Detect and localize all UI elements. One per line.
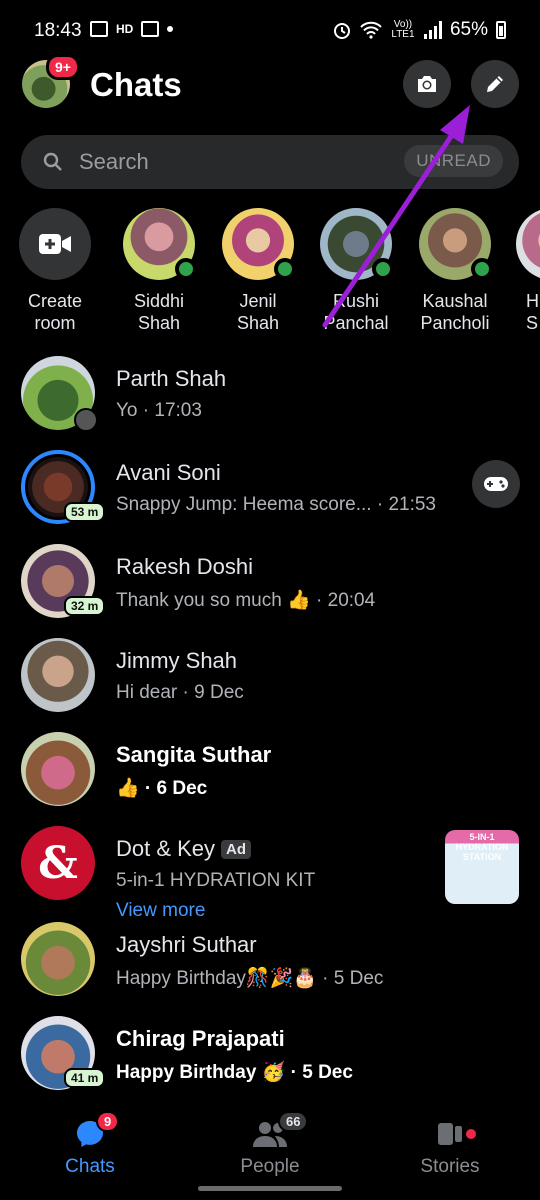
story-item[interactable]: Jenil Shah xyxy=(208,208,308,334)
contact-avatar xyxy=(21,922,95,996)
create-room-button[interactable] xyxy=(19,208,91,280)
advertiser-name: Dot & Key xyxy=(116,836,216,861)
stories-icon xyxy=(438,1123,462,1145)
ad-thumbnail[interactable]: 5-IN-1 HYDRATION STATION xyxy=(445,830,519,904)
status-left-icons: HD xyxy=(90,21,174,37)
active-time-badge: 41 m xyxy=(64,1068,106,1088)
lock-icon xyxy=(74,408,98,432)
chat-row[interactable]: Parth Shah Yo · 17:03 xyxy=(0,352,540,444)
contact-avatar xyxy=(21,638,95,712)
online-indicator xyxy=(274,258,296,280)
online-indicator xyxy=(372,258,394,280)
app-notification-icon xyxy=(141,21,160,37)
chat-preview: Happy Birthday 🥳 · 5 Dec xyxy=(116,1062,353,1083)
chat-name: Dot & Key Ad xyxy=(116,836,252,862)
contact-avatar xyxy=(123,208,197,280)
ad-label: Ad xyxy=(221,840,252,859)
new-message-button[interactable] xyxy=(471,60,519,108)
story-item[interactable]: Kaushal Pancholi xyxy=(405,208,505,334)
stories-notification-dot xyxy=(466,1129,476,1139)
chat-preview: Thank you so much 👍 · 20:04 xyxy=(116,590,376,611)
chat-name: Sangita Suthar xyxy=(116,742,272,767)
page-title: Chats xyxy=(90,66,182,103)
chats-header: 9+ Chats xyxy=(0,54,540,116)
contact-avatar xyxy=(222,208,296,280)
active-time-badge: 53 m xyxy=(64,502,106,522)
pencil-icon xyxy=(487,76,503,92)
status-right-icons: Vo)) LTE1 65% xyxy=(332,19,506,41)
contact-avatar xyxy=(419,208,493,280)
chat-preview: Hi dear · 9 Dec xyxy=(116,682,244,703)
home-indicator xyxy=(198,1186,342,1191)
battery-icon xyxy=(496,21,506,39)
story-name: Create room xyxy=(27,291,83,333)
nav-label: People xyxy=(240,1156,300,1177)
advertiser-logo: & xyxy=(21,826,95,900)
create-room-item[interactable]: Create room xyxy=(5,208,105,334)
chat-preview: Snappy Jump: Heema score... · 21:53 xyxy=(116,494,436,515)
camera-icon xyxy=(418,76,436,92)
nav-people[interactable]: 66 People xyxy=(200,1105,340,1178)
search-placeholder: Search xyxy=(79,149,149,174)
online-indicator xyxy=(175,258,197,280)
contact-avatar xyxy=(516,208,540,280)
story-name: H S xyxy=(526,291,539,333)
chat-preview: Happy Birthday🎊🎉🎂 · 5 Dec xyxy=(116,968,384,989)
unread-filter-button[interactable]: UNREAD xyxy=(404,145,503,177)
chat-name: Jimmy Shah xyxy=(116,648,238,673)
contact-avatar xyxy=(21,732,95,806)
story-item[interactable]: Siddhi Shah xyxy=(109,208,209,334)
nav-label: Chats xyxy=(65,1156,115,1177)
status-bar: 18:43 HD Vo)) LTE1 65% xyxy=(0,0,540,62)
hd-indicator: HD xyxy=(116,22,134,36)
active-time-badge: 32 m xyxy=(64,596,106,616)
contact-avatar xyxy=(320,208,394,280)
search-icon xyxy=(43,152,62,171)
chat-row[interactable]: Jimmy Shah Hi dear · 9 Dec xyxy=(0,634,540,726)
nav-chats[interactable]: 9 Chats xyxy=(20,1105,160,1178)
chat-preview: 5-in-1 HYDRATION KIT xyxy=(116,870,316,891)
story-name: Siddhi Shah xyxy=(133,291,185,333)
alarm-icon xyxy=(333,23,350,39)
chat-name: Avani Soni xyxy=(116,460,221,485)
chat-name: Chirag Prajapati xyxy=(116,1026,285,1051)
battery-percent: 65% xyxy=(449,19,488,40)
ad-row[interactable]: & Dot & Key Ad 5-in-1 HYDRATION KIT View … xyxy=(0,822,540,922)
story-name: Rushi Panchal xyxy=(323,291,389,333)
ad-image-text: 5-IN-1 HYDRATION STATION xyxy=(455,832,509,862)
online-indicator xyxy=(471,258,493,280)
chat-preview: 👍 · 6 Dec xyxy=(116,778,208,799)
people-badge: 66 xyxy=(278,1111,309,1132)
chat-name: Parth Shah xyxy=(116,366,227,391)
gallery-icon xyxy=(90,21,108,37)
camera-button[interactable] xyxy=(403,60,451,108)
chat-preview: Yo · 17:03 xyxy=(116,400,202,421)
chat-row[interactable]: Jayshri Suthar Happy Birthday🎊🎉🎂 · 5 Dec xyxy=(0,918,540,1010)
more-notifications-dot xyxy=(167,26,174,32)
active-contacts-row[interactable]: Create room Siddhi Shah Jenil Shah Rushi… xyxy=(0,208,540,338)
chat-name: Rakesh Doshi xyxy=(116,554,253,579)
nav-label: Stories xyxy=(420,1156,480,1177)
gamepad-icon xyxy=(484,477,508,491)
chat-row[interactable]: 41 m Chirag Prajapati Happy Birthday 🥳 ·… xyxy=(0,1012,540,1104)
status-time: 18:43 xyxy=(34,20,82,41)
story-name: Kaushal Pancholi xyxy=(420,291,490,333)
chat-row[interactable]: Sangita Suthar 👍 · 6 Dec xyxy=(0,728,540,820)
story-item[interactable]: H S xyxy=(494,208,540,334)
video-plus-icon xyxy=(39,234,71,254)
chat-name: Jayshri Suthar xyxy=(116,932,257,957)
wifi-icon xyxy=(360,21,382,39)
game-button[interactable] xyxy=(472,460,520,508)
search-bar[interactable]: Search UNREAD xyxy=(21,135,519,189)
signal-icon xyxy=(423,21,442,39)
chat-row[interactable]: 32 m Rakesh Doshi Thank you so much 👍 · … xyxy=(0,540,540,632)
profile-notification-badge: 9+ xyxy=(46,54,80,80)
nav-stories[interactable]: Stories xyxy=(380,1105,520,1178)
volte-indicator: Vo)) LTE1 xyxy=(391,19,415,40)
chats-badge: 9 xyxy=(96,1111,120,1132)
story-item[interactable]: Rushi Panchal xyxy=(306,208,406,334)
story-name: Jenil Shah xyxy=(236,291,280,333)
chat-row[interactable]: 53 m Avani Soni Snappy Jump: Heema score… xyxy=(0,446,540,538)
